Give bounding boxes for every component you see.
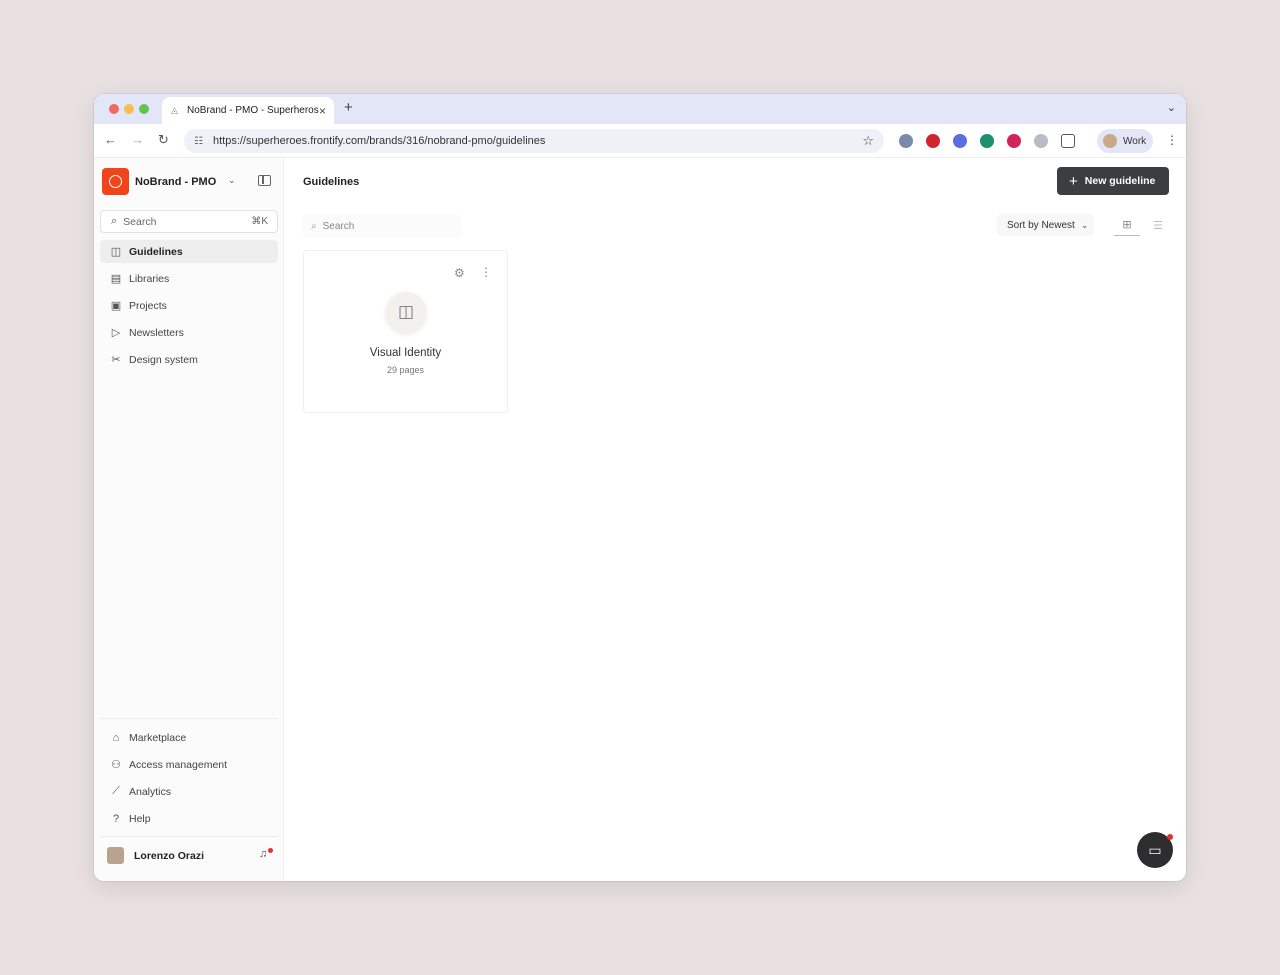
tab-title: NoBrand - PMO - Superheros <box>187 105 319 116</box>
sidebar-item-access-management[interactable]: ⚇ Access management <box>100 753 278 776</box>
extension-3-icon[interactable] <box>953 134 967 148</box>
site-settings-icon[interactable]: ☷ <box>194 136 203 147</box>
sidebar-item-label: Projects <box>129 299 167 312</box>
marketplace-icon: ⌂ <box>112 731 120 744</box>
new-guideline-button[interactable]: + New guideline <box>1057 167 1169 195</box>
page-title: Guidelines <box>303 176 360 188</box>
sidebar-item-label: Libraries <box>129 272 170 285</box>
chevron-down-icon: ⌄ <box>1080 219 1089 230</box>
maximize-window-button[interactable] <box>139 104 149 114</box>
avatar[interactable] <box>107 847 124 864</box>
tab-favicon-icon: ◬ <box>171 105 178 115</box>
sort-dropdown[interactable]: Sort by Newest ⌄ <box>997 214 1094 236</box>
browser-window: ◬ NoBrand - PMO - Superheros × + ⌄ ← → ↻… <box>94 94 1186 881</box>
sidebar: NoBrand - PMO ⌄ ⌕ Search ⌘K ◫ Guidelines… <box>94 158 284 881</box>
projects-icon: ▣ <box>110 300 122 312</box>
sidebar-item-label: Analytics <box>129 785 172 798</box>
tab-search-chevron-icon[interactable]: ⌄ <box>1167 101 1176 114</box>
search-icon: ⌕ <box>111 215 118 227</box>
sidebar-item-label: Newsletters <box>129 326 184 339</box>
profile-avatar <box>1103 134 1117 148</box>
brand-logo[interactable] <box>102 168 129 195</box>
notification-dot <box>268 848 273 853</box>
search-placeholder: Search <box>322 221 355 232</box>
grid-view-icon[interactable]: ⊞ <box>1114 214 1140 236</box>
brand-name[interactable]: NoBrand - PMO <box>135 176 216 188</box>
brand-switcher-chevron-icon[interactable]: ⌄ <box>228 175 236 186</box>
close-tab-icon[interactable]: × <box>319 104 326 118</box>
chat-notification-dot <box>1167 834 1173 840</box>
gear-icon[interactable]: ⚙ <box>454 266 465 280</box>
sidebar-item-label: Access management <box>129 758 228 771</box>
search-input[interactable]: ⌕ Search <box>303 215 461 238</box>
new-guideline-label: New guideline <box>1084 175 1156 187</box>
sidebar-item-label: Marketplace <box>129 731 187 744</box>
close-window-button[interactable] <box>109 104 119 114</box>
extension-2-icon[interactable] <box>926 134 940 148</box>
forward-button[interactable]: → <box>131 132 144 147</box>
extension-5-icon[interactable] <box>1007 134 1021 148</box>
libraries-icon: ▤ <box>110 273 122 285</box>
sidebar-item-label: Design system <box>129 353 198 366</box>
analytics-icon: ⟋ <box>112 785 120 797</box>
help-icon: ? <box>112 812 120 825</box>
browser-toolbar: ← → ↻ ☷ https://superheroes.frontify.com… <box>94 124 1186 158</box>
collapse-sidebar-icon[interactable] <box>258 175 271 186</box>
card-page-count: 29 pages <box>386 365 425 375</box>
extension-1-icon[interactable] <box>899 134 913 148</box>
design-system-icon: ✂ <box>111 354 121 366</box>
tab-strip: ◬ NoBrand - PMO - Superheros × + ⌄ <box>94 94 1186 124</box>
card-title: Visual Identity <box>369 347 442 359</box>
reload-button[interactable]: ↻ <box>158 132 169 148</box>
search-shortcut: ⌘K <box>251 216 268 227</box>
minimize-window-button[interactable] <box>124 104 134 114</box>
sidebar-item-label: Help <box>129 812 151 825</box>
sidebar-divider <box>100 836 278 837</box>
address-bar[interactable]: ☷ https://superheroes.frontify.com/brand… <box>184 129 884 153</box>
chat-bubble-icon: ▭ <box>1148 841 1162 858</box>
extension-grammarly-icon[interactable] <box>980 134 994 148</box>
profile-label: Work <box>1123 135 1147 147</box>
bookmark-star-icon[interactable]: ☆ <box>862 133 874 149</box>
more-options-icon[interactable]: ⋮ <box>480 265 492 279</box>
browser-menu-icon[interactable]: ⋮ <box>1166 133 1178 147</box>
sidebar-item-libraries[interactable]: ▤ Libraries <box>100 267 278 290</box>
sidebar-item-design-system[interactable]: ✂ Design system <box>100 348 278 371</box>
guideline-thumbnail-icon: ◫ <box>386 292 426 332</box>
sidebar-item-label: Guidelines <box>129 245 183 258</box>
browser-tab[interactable]: ◬ NoBrand - PMO - Superheros × <box>162 97 334 124</box>
sidebar-item-projects[interactable]: ▣ Projects <box>100 294 278 317</box>
main-content: Guidelines + New guideline ⌕ Search Sort… <box>285 158 1186 881</box>
guidelines-icon: ◫ <box>110 246 122 258</box>
user-name[interactable]: Lorenzo Orazi <box>134 850 204 862</box>
guideline-card[interactable]: ⚙ ⋮ ◫ Visual Identity 29 pages <box>303 250 508 413</box>
extension-camera-icon[interactable] <box>1034 134 1048 148</box>
plus-icon: + <box>1069 172 1078 190</box>
extensions-puzzle-icon[interactable] <box>1061 134 1075 148</box>
sidebar-search[interactable]: ⌕ Search ⌘K <box>100 210 278 233</box>
sort-label: Sort by Newest <box>1007 219 1075 231</box>
back-button[interactable]: ← <box>104 132 117 147</box>
sidebar-item-guidelines[interactable]: ◫ Guidelines <box>100 240 278 263</box>
sidebar-item-help[interactable]: ? Help <box>100 807 278 830</box>
url-text: https://superheroes.frontify.com/brands/… <box>212 135 546 147</box>
search-icon: ⌕ <box>311 221 317 232</box>
sidebar-divider <box>100 718 278 719</box>
list-view-icon[interactable]: ☰ <box>1147 214 1169 236</box>
notifications-bell-icon[interactable]: ♫ <box>259 848 267 860</box>
sidebar-item-analytics[interactable]: ⟋ Analytics <box>100 780 278 803</box>
profile-button[interactable]: Work <box>1097 129 1153 153</box>
newsletters-icon: ▷ <box>111 327 121 339</box>
sidebar-item-newsletters[interactable]: ▷ Newsletters <box>100 321 278 344</box>
access-management-icon: ⚇ <box>111 759 121 771</box>
new-tab-button[interactable]: + <box>344 99 353 116</box>
sidebar-search-placeholder: Search <box>123 215 157 228</box>
sidebar-item-marketplace[interactable]: ⌂ Marketplace <box>100 726 278 749</box>
